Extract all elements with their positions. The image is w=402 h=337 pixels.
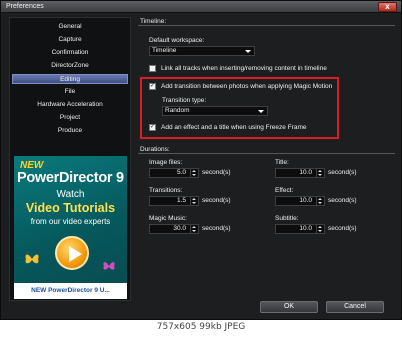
spin-up-icon[interactable] — [318, 226, 322, 228]
spin-down-icon[interactable] — [192, 202, 196, 204]
sidebar-item-project[interactable]: Project — [12, 113, 128, 123]
title-duration-label: Title: — [275, 159, 289, 166]
effect-value: 10.0 — [299, 197, 312, 204]
effect-stepper[interactable]: 10.0 — [275, 196, 325, 206]
transition-type-value: Random — [165, 107, 190, 114]
checkmark-icon: ✓ — [150, 124, 156, 130]
preferences-window: Preferences x General Capture Confirmati… — [0, 0, 402, 320]
add-effect-checkbox[interactable]: ✓ — [149, 124, 156, 131]
play-icon[interactable] — [55, 236, 89, 270]
close-icon: x — [385, 2, 390, 11]
close-button[interactable]: x — [378, 2, 397, 12]
sidebar-item-confirmation[interactable]: Confirmation — [12, 48, 128, 58]
subtitle-label: Subtitle: — [275, 215, 299, 222]
dropdown-arrow-icon — [258, 110, 264, 113]
image-files-unit: second(s) — [202, 169, 231, 176]
magic-music-value: 30.0 — [173, 225, 186, 232]
transitions-unit: second(s) — [202, 197, 231, 204]
cancel-button[interactable]: Cancel — [326, 301, 384, 313]
promo-video-tutorials-text: Video Tutorials — [25, 201, 116, 215]
title-duration-value: 10.0 — [299, 169, 312, 176]
promo-bottom-strip: NEW PowerDirector 9 U... — [14, 283, 127, 299]
transition-type-label: Transition type: — [162, 97, 207, 104]
image-files-value: 5.0 — [176, 169, 186, 176]
window-title: Preferences — [6, 3, 44, 10]
transition-type-dropdown[interactable]: Random — [162, 106, 268, 116]
spin-down-icon[interactable] — [318, 174, 322, 176]
sidebar: General Capture Confirmation DirectorZon… — [9, 17, 131, 301]
link-tracks-checkbox[interactable] — [149, 65, 156, 72]
promo-watch-text: Watch — [56, 189, 85, 200]
spin-down-icon[interactable] — [192, 174, 196, 176]
butterfly-icon — [103, 262, 115, 270]
title-duration-stepper[interactable]: 10.0 — [275, 168, 325, 178]
durations-group-label: Durations: — [140, 146, 172, 153]
sidebar-item-directorzone[interactable]: DirectorZone — [12, 61, 128, 71]
magic-music-label: Magic Music: — [149, 215, 187, 222]
subtitle-value: 10.0 — [299, 225, 312, 232]
default-workspace-dropdown[interactable]: Timeline — [149, 46, 255, 56]
magic-music-stepper[interactable]: 30.0 — [149, 224, 199, 234]
sidebar-item-hardware-acceleration[interactable]: Hardware Acceleration — [12, 100, 128, 110]
effect-unit: second(s) — [328, 197, 357, 204]
add-transition-checkbox[interactable]: ✓ — [149, 83, 156, 90]
transitions-stepper[interactable]: 1.5 — [149, 196, 199, 206]
default-workspace-value: Timeline — [152, 47, 177, 54]
timeline-group-label: Timeline: — [140, 18, 169, 25]
spin-up-icon[interactable] — [192, 170, 196, 172]
image-caption: 757x605 99kb JPEG — [156, 322, 246, 332]
transitions-value: 1.5 — [176, 197, 186, 204]
subtitle-stepper[interactable]: 10.0 — [275, 224, 325, 234]
spin-down-icon[interactable] — [192, 230, 196, 232]
spin-up-icon[interactable] — [318, 170, 322, 172]
editing-settings-panel: Timeline: Default workspace: Timeline Li… — [138, 17, 395, 301]
promo-product-title: PowerDirector 9 — [17, 170, 124, 186]
magic-music-unit: second(s) — [202, 225, 231, 232]
image-files-stepper[interactable]: 5.0 — [149, 168, 199, 178]
spin-up-icon[interactable] — [192, 198, 196, 200]
butterfly-icon — [25, 254, 39, 264]
spin-down-icon[interactable] — [318, 230, 322, 232]
ok-button[interactable]: OK — [260, 301, 318, 313]
sidebar-item-general[interactable]: General — [12, 22, 128, 32]
subtitle-unit: second(s) — [328, 225, 357, 232]
promo-from-text: from our video experts — [30, 217, 111, 226]
link-tracks-label: Link all tracks when inserting/removing … — [161, 65, 327, 72]
add-effect-label: Add an effect and a title when using Fre… — [161, 124, 307, 131]
title-bar[interactable]: Preferences x — [1, 1, 401, 13]
promo-banner[interactable]: NEW PowerDirector 9 Watch Video Tutorial… — [14, 156, 127, 299]
spin-up-icon[interactable] — [192, 226, 196, 228]
sidebar-item-produce[interactable]: Produce — [12, 126, 128, 136]
default-workspace-label: Default workspace: — [149, 37, 205, 44]
sidebar-item-editing[interactable]: Editing — [12, 74, 128, 84]
effect-label: Effect: — [275, 187, 294, 194]
transitions-label: Transitions: — [149, 187, 183, 194]
sidebar-item-capture[interactable]: Capture — [12, 35, 128, 45]
spin-up-icon[interactable] — [318, 198, 322, 200]
title-duration-unit: second(s) — [328, 169, 357, 176]
image-files-label: Image files: — [149, 159, 183, 166]
spin-down-icon[interactable] — [318, 202, 322, 204]
add-transition-label: Add transition between photos when apply… — [161, 83, 333, 90]
checkmark-icon: ✓ — [150, 83, 156, 89]
dropdown-arrow-icon — [245, 50, 251, 53]
sidebar-item-file[interactable]: File — [12, 87, 128, 97]
